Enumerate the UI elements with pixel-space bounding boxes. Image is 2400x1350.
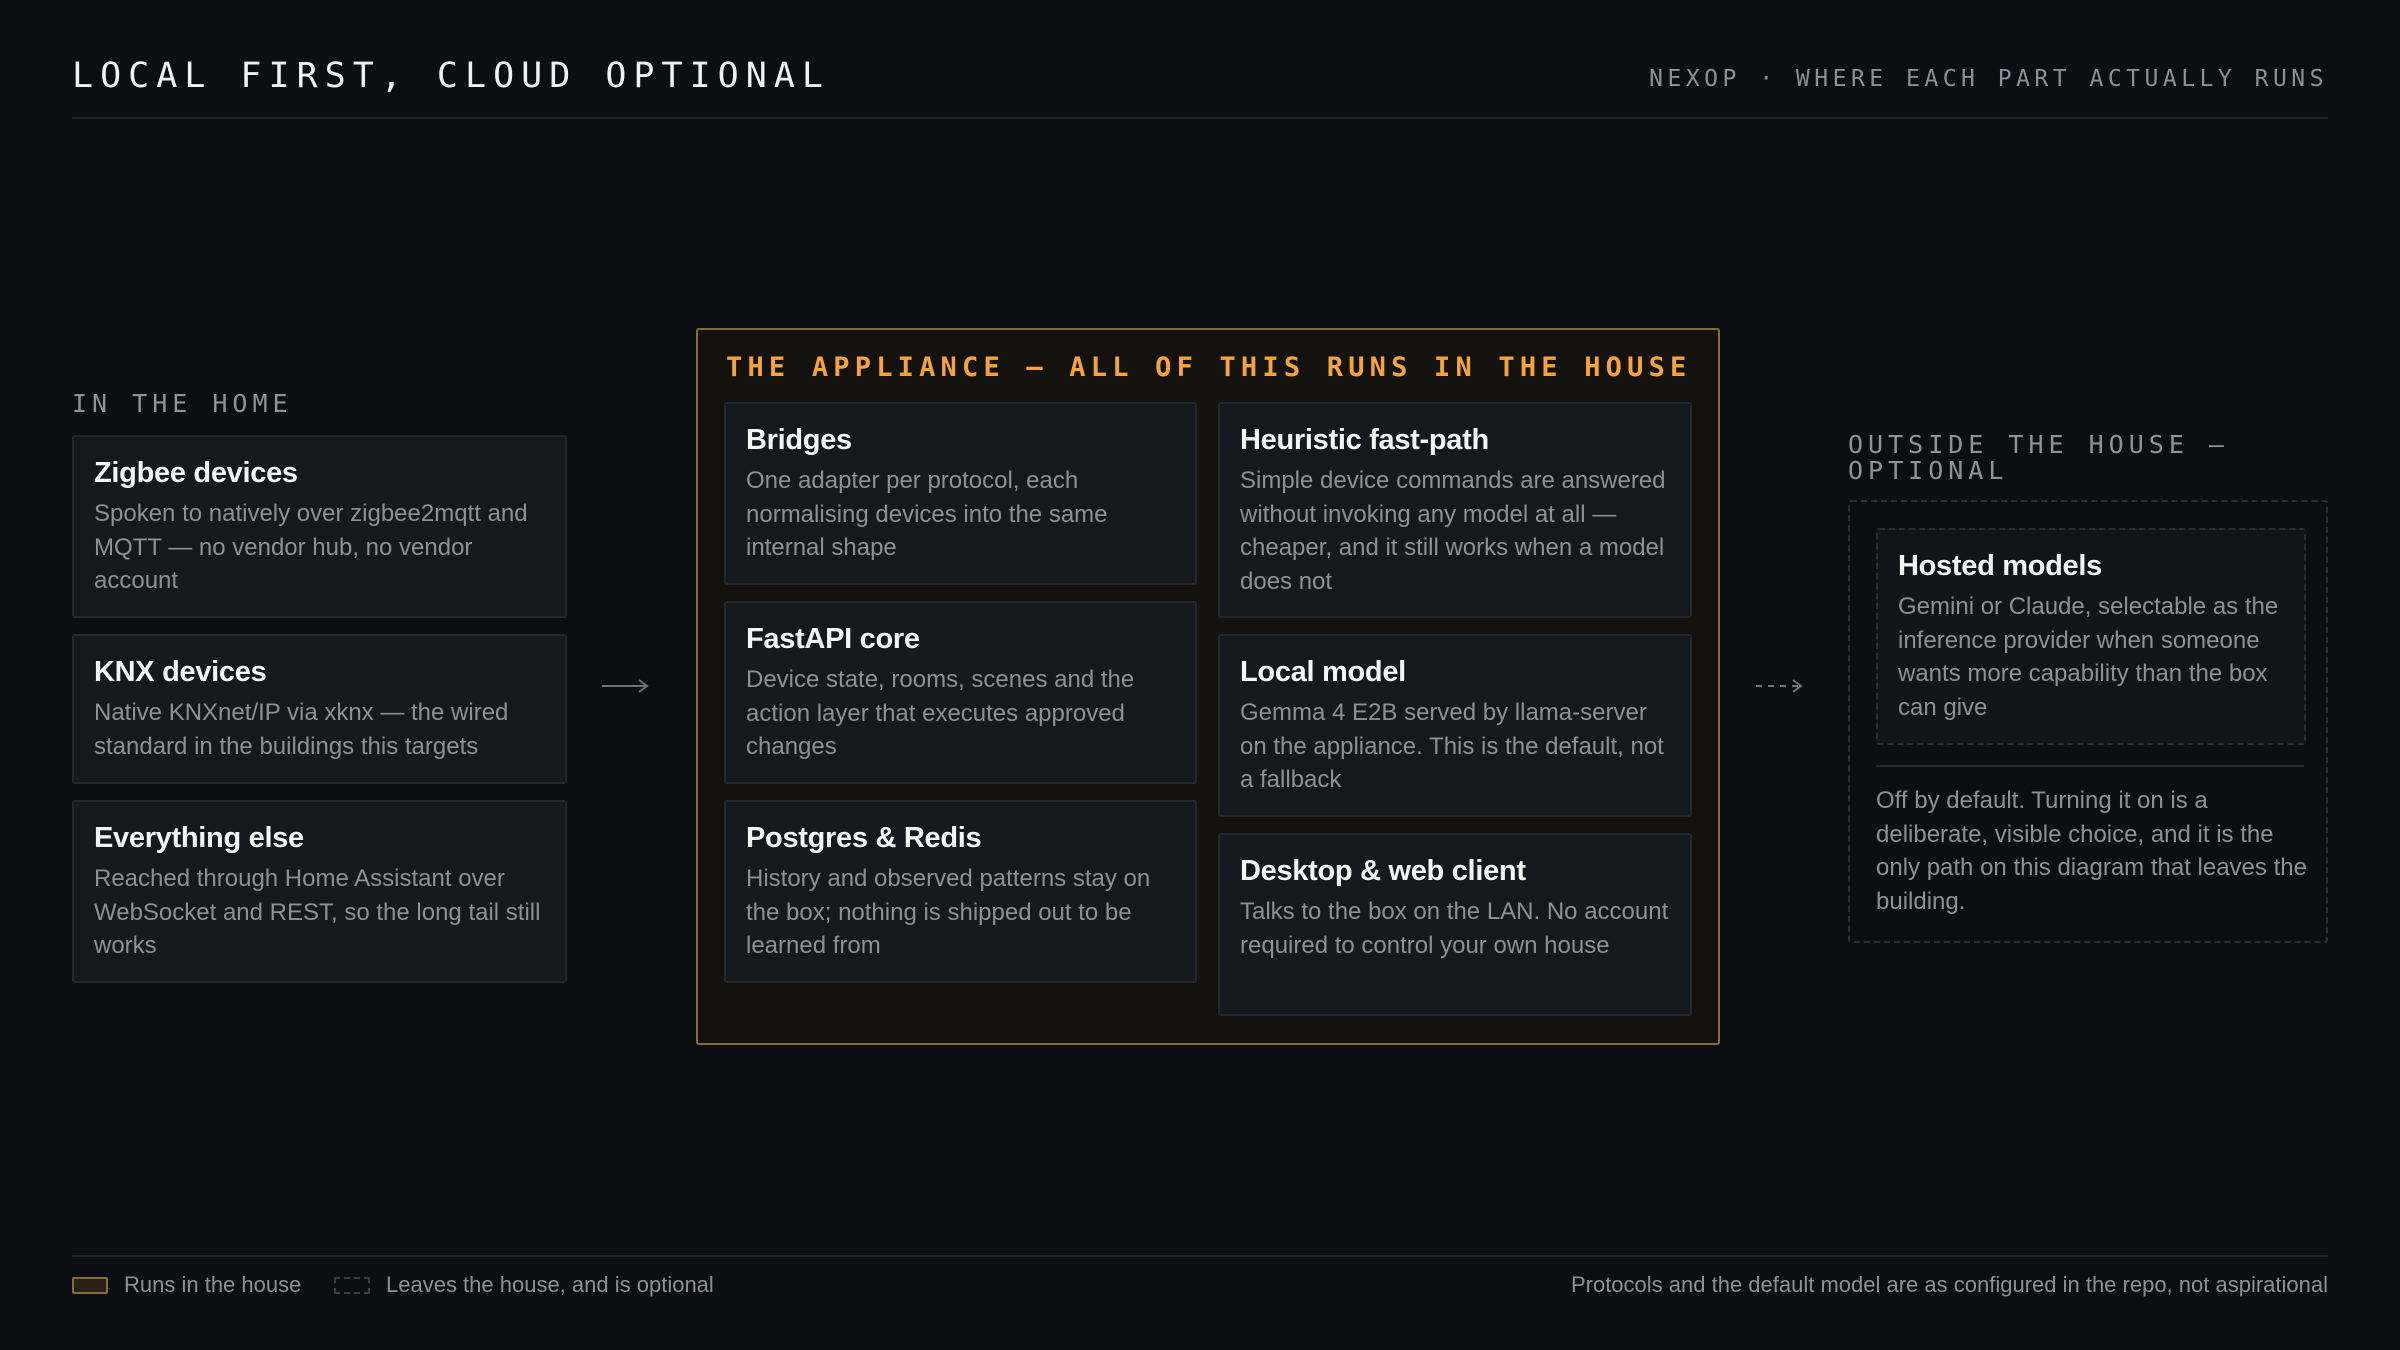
desktop-web-client-card: Desktop & web client Talks to the box on… bbox=[1218, 833, 1692, 1016]
footer-divider bbox=[72, 1255, 2328, 1257]
zigbee-card: Zigbee devices Spoken to natively over z… bbox=[72, 435, 567, 618]
card-title: KNX devices bbox=[94, 656, 267, 688]
card-title: Zigbee devices bbox=[94, 457, 298, 489]
knx-card: KNX devices Native KNXnet/IP via xknx — … bbox=[72, 634, 567, 784]
card-body: Spoken to natively over zigbee2mqtt and … bbox=[94, 500, 528, 594]
card-body: Device state, rooms, scenes and the acti… bbox=[746, 666, 1135, 760]
header: LOCAL FIRST, CLOUD OPTIONAL NEXOP · WHER… bbox=[72, 0, 2328, 119]
outside-frame: Hosted models Gemini or Claude, selectab… bbox=[1848, 500, 2328, 943]
footer-note: Protocols and the default model are as c… bbox=[1570, 1272, 2328, 1297]
legend-label-leaves-house: Leaves the house, and is optional bbox=[386, 1272, 714, 1297]
card-body: Gemma 4 E2B served by llama-server on th… bbox=[1240, 699, 1664, 793]
card-title: Hosted models bbox=[1898, 550, 2102, 582]
legend-swatch-dashed bbox=[334, 1277, 370, 1294]
fastapi-core-card: FastAPI core Device state, rooms, scenes… bbox=[724, 601, 1197, 784]
postgres-redis-card: Postgres & Redis History and observed pa… bbox=[724, 800, 1197, 983]
card-title: Bridges bbox=[746, 424, 852, 456]
page-title: LOCAL FIRST, CLOUD OPTIONAL bbox=[72, 56, 830, 96]
card-body: One adapter per protocol, each normalisi… bbox=[746, 467, 1108, 561]
card-body: Gemini or Claude, selectable as the infe… bbox=[1898, 593, 2279, 721]
card-title: FastAPI core bbox=[746, 623, 920, 655]
card-title: Desktop & web client bbox=[1240, 855, 1526, 887]
page-subtitle: NEXOP · WHERE EACH PART ACTUALLY RUNS bbox=[1649, 66, 2328, 92]
outside-note: Off by default. Turning it on is a delib… bbox=[1876, 787, 2307, 915]
hosted-models-card: Hosted models Gemini or Claude, selectab… bbox=[1876, 528, 2306, 745]
appliance-label: THE APPLIANCE — ALL OF THIS RUNS IN THE … bbox=[726, 352, 1692, 383]
local-model-card: Local model Gemma 4 E2B served by llama-… bbox=[1218, 634, 1692, 817]
home-section-label: IN THE HOME bbox=[72, 389, 293, 418]
card-title: Local model bbox=[1240, 656, 1406, 688]
outside-label-line-1: OUTSIDE THE HOUSE — bbox=[1848, 430, 2229, 459]
card-title: Postgres & Redis bbox=[746, 822, 982, 854]
card-body: Native KNXnet/IP via xknx — the wired st… bbox=[94, 699, 509, 760]
everything-else-card: Everything else Reached through Home Ass… bbox=[72, 800, 567, 983]
card-title: Heuristic fast-path bbox=[1240, 424, 1489, 456]
legend-label-runs-in-house: Runs in the house bbox=[124, 1272, 302, 1297]
solid-arrow-icon bbox=[602, 679, 649, 693]
dashed-arrow-icon bbox=[1756, 679, 1803, 693]
card-title: Everything else bbox=[94, 822, 304, 854]
bridges-card: Bridges One adapter per protocol, each n… bbox=[724, 402, 1197, 585]
outside-label-line-2: OPTIONAL bbox=[1848, 456, 2009, 485]
card-body: Reached through Home Assistant over WebS… bbox=[94, 865, 541, 959]
card-body: Simple device commands are answered with… bbox=[1240, 467, 1666, 595]
outside-section-label: OUTSIDE THE HOUSE — OPTIONAL bbox=[1848, 432, 2229, 484]
divider bbox=[1876, 765, 2304, 767]
card-body: Talks to the box on the LAN. No account … bbox=[1240, 898, 1669, 959]
legend-swatch-solid bbox=[72, 1277, 108, 1294]
card-body: History and observed patterns stay on th… bbox=[746, 865, 1151, 959]
heuristic-fast-path-card: Heuristic fast-path Simple device comman… bbox=[1218, 402, 1692, 618]
